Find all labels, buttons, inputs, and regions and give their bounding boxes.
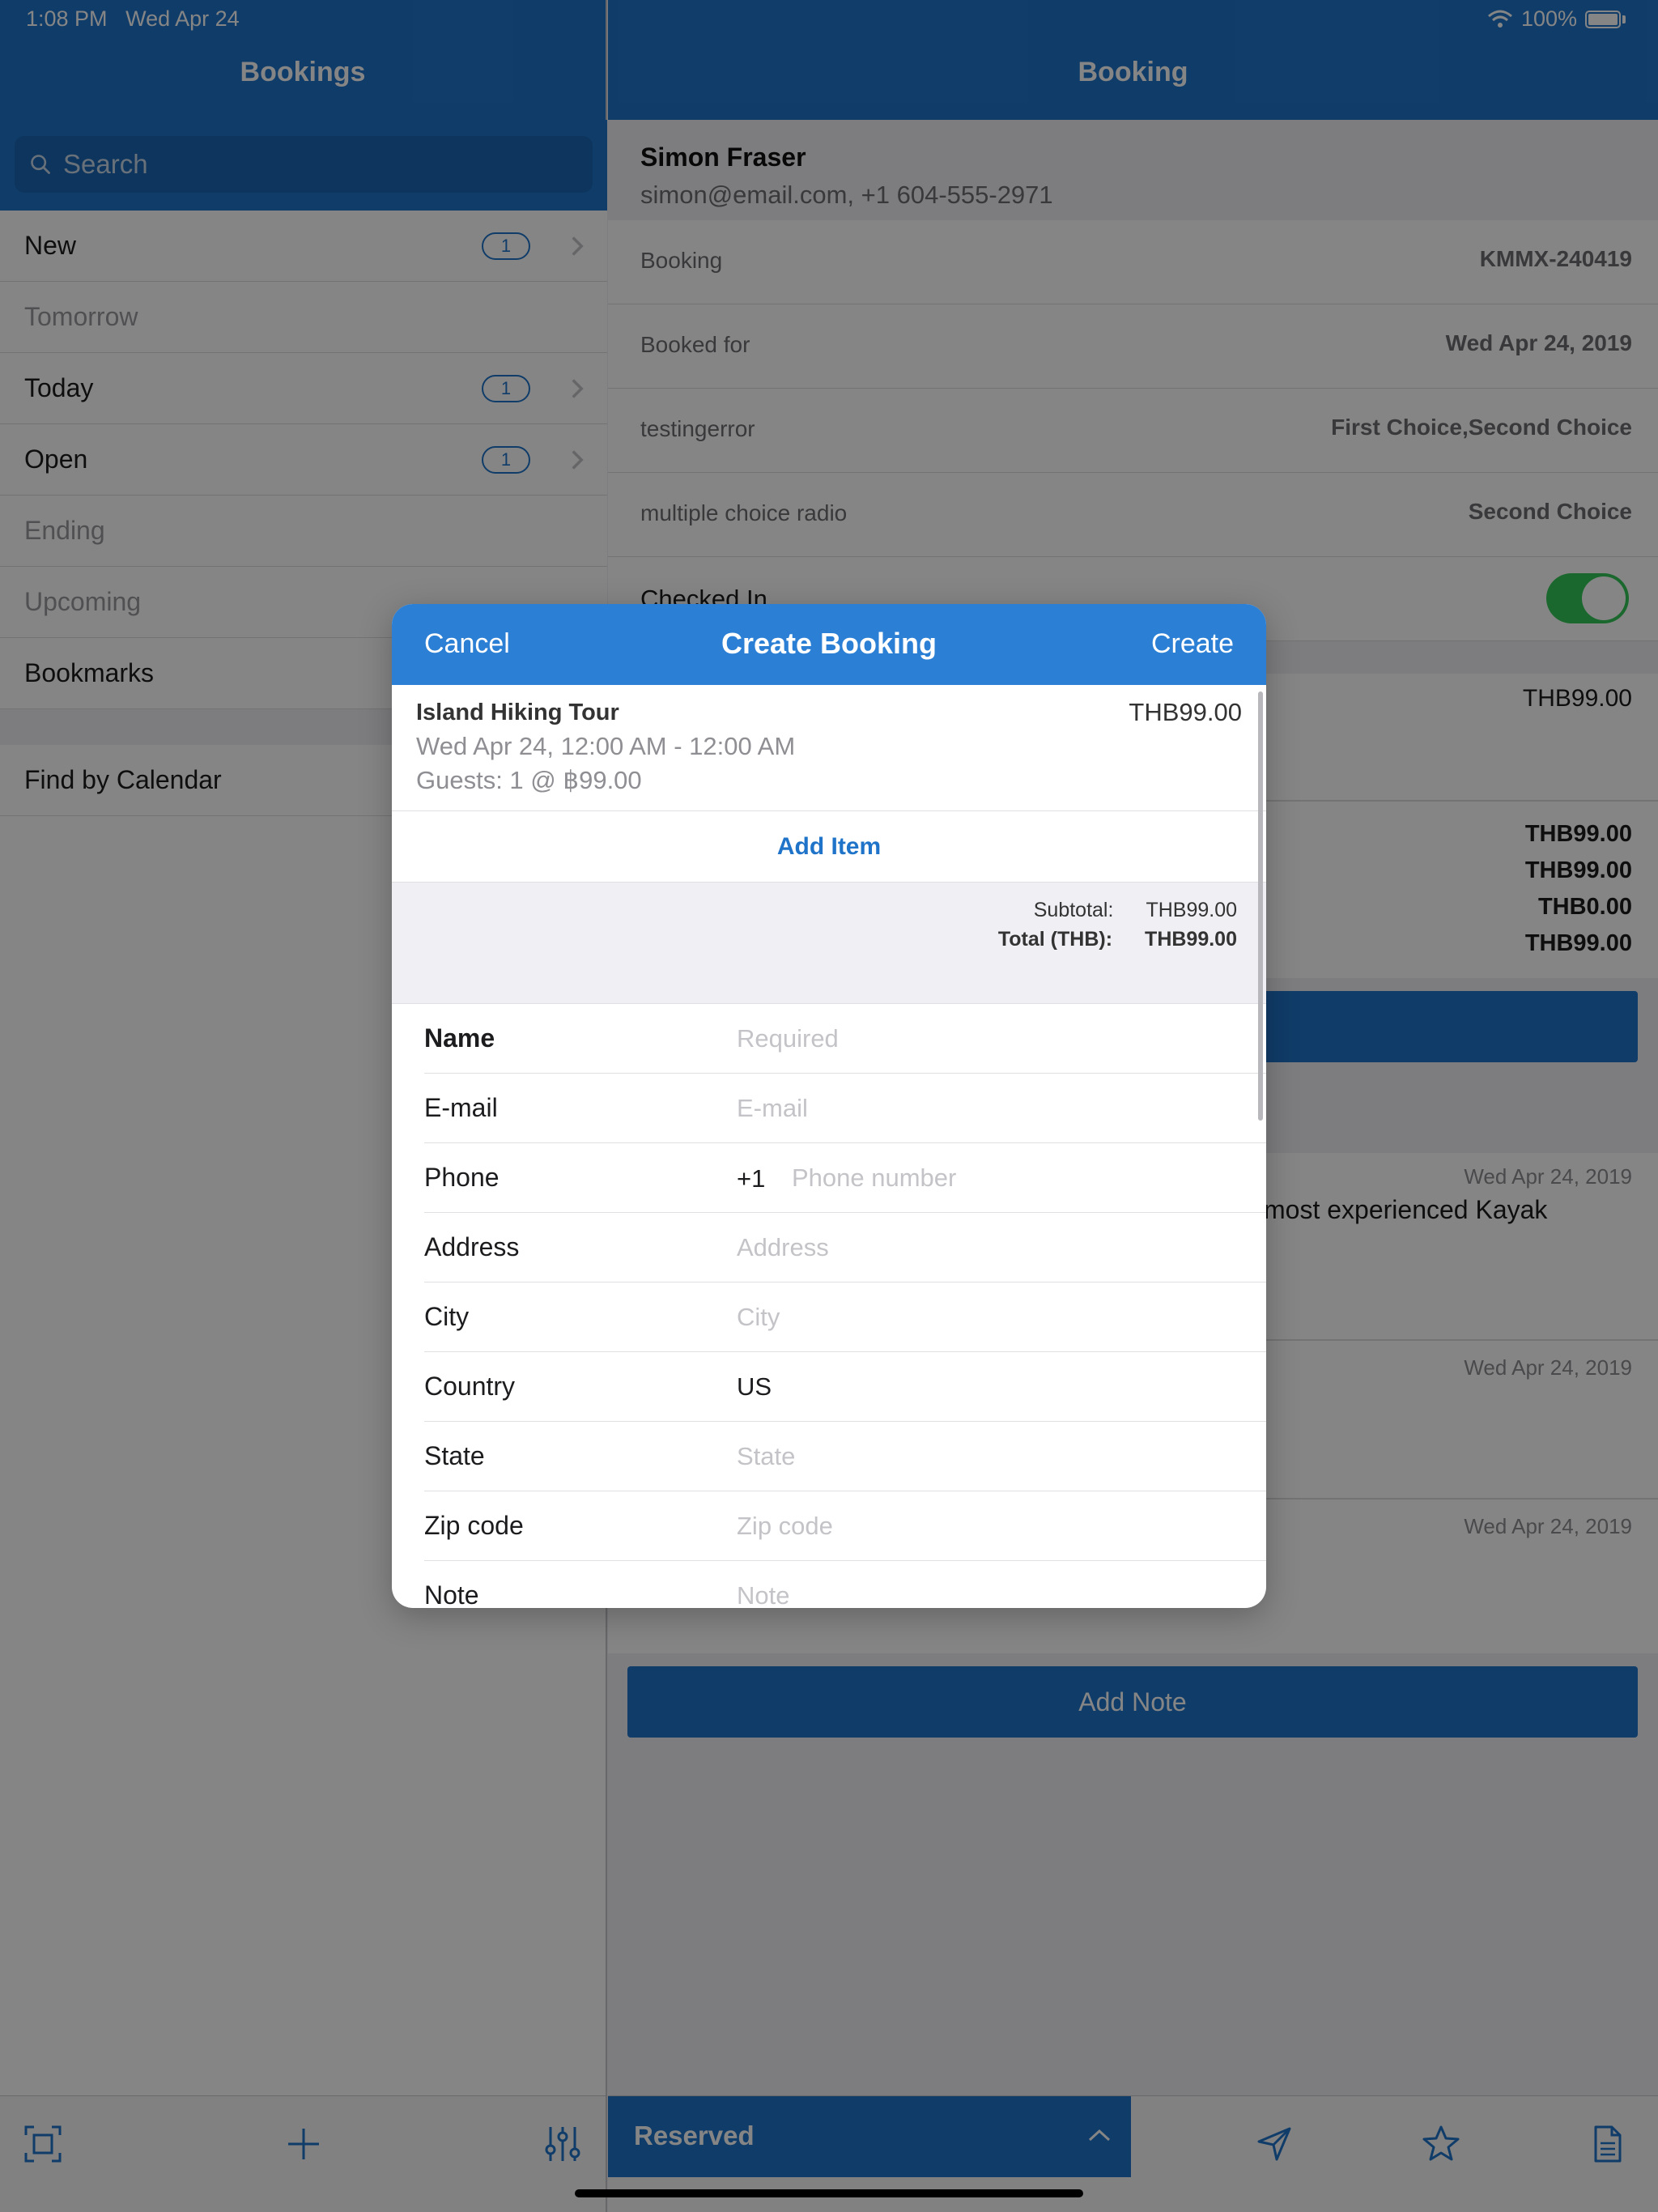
country-field[interactable] xyxy=(737,1367,1222,1407)
item-date: Wed Apr 24, 12:00 AM - 12:00 AM xyxy=(416,732,796,760)
zip-label: Zip code xyxy=(424,1511,524,1540)
form-row-address: Address xyxy=(424,1213,1266,1283)
form-row-zip: Zip code xyxy=(424,1491,1266,1561)
city-field[interactable] xyxy=(737,1297,1222,1338)
form-row-phone: Phone +1 xyxy=(424,1143,1266,1213)
phone-label: Phone xyxy=(424,1163,500,1192)
form-row-city: City xyxy=(424,1283,1266,1352)
subtotal-value: THB99.00 xyxy=(1146,899,1237,921)
item-price: THB99.00 xyxy=(1129,698,1242,726)
add-item-button[interactable]: Add Item xyxy=(392,811,1266,883)
email-field[interactable] xyxy=(737,1088,1222,1129)
form-row-email: E-mail xyxy=(424,1074,1266,1143)
zip-field[interactable] xyxy=(737,1506,1222,1546)
totals-section: Subtotal: THB99.00 Total (THB): THB99.00 xyxy=(392,883,1266,1004)
state-label: State xyxy=(424,1441,485,1470)
country-label: Country xyxy=(424,1372,516,1401)
scroll-indicator[interactable] xyxy=(1258,691,1263,1121)
total-row: Total (THB): THB99.00 xyxy=(998,928,1237,951)
subtotal-label: Subtotal: xyxy=(1033,899,1114,921)
item-name: Island Hiking Tour xyxy=(416,700,619,725)
note-field[interactable] xyxy=(737,1576,1222,1608)
name-field[interactable] xyxy=(737,1019,1222,1059)
address-field[interactable] xyxy=(737,1227,1222,1268)
modal-header: Cancel Create Booking Create xyxy=(392,604,1266,685)
name-label: Name xyxy=(424,1023,495,1053)
phone-field[interactable] xyxy=(792,1158,1229,1198)
city-label: City xyxy=(424,1302,470,1331)
form-row-country: Country xyxy=(424,1352,1266,1422)
total-label: Total (THB): xyxy=(997,928,1113,951)
create-button[interactable]: Create xyxy=(1151,628,1234,660)
email-label: E-mail xyxy=(424,1093,498,1122)
modal-title: Create Booking xyxy=(721,627,937,660)
booking-item[interactable]: Island Hiking Tour THB99.00 Wed Apr 24, … xyxy=(392,685,1266,811)
form-row-note: Note xyxy=(424,1561,1266,1608)
address-label: Address xyxy=(424,1232,520,1261)
home-indicator[interactable] xyxy=(575,2189,1083,2197)
subtotal-row: Subtotal: THB99.00 xyxy=(1034,899,1237,922)
note-label: Note xyxy=(424,1580,479,1608)
total-value: THB99.00 xyxy=(1145,928,1237,951)
state-field[interactable] xyxy=(737,1436,1222,1477)
create-booking-modal: Cancel Create Booking Create Island Hiki… xyxy=(392,604,1266,1608)
phone-country-code[interactable]: +1 xyxy=(737,1164,765,1193)
form-row-state: State xyxy=(424,1422,1266,1491)
form-row-name: Name xyxy=(424,1004,1266,1074)
item-guests: Guests: 1 @ ฿99.00 xyxy=(416,766,642,794)
